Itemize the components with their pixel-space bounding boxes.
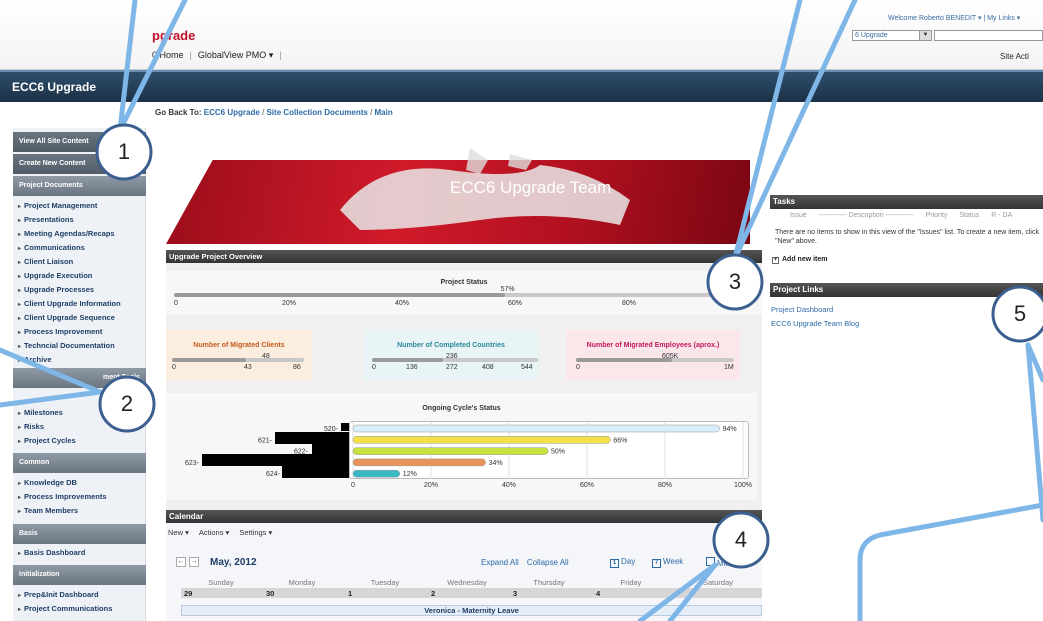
callout-number: 2 — [120, 391, 134, 416]
month-view-icon — [706, 557, 715, 566]
x-tick-label: 20% — [424, 482, 438, 489]
calendar-toolbar: New ▾ Actions ▾ Settings ▾ — [168, 528, 272, 537]
bar-623 — [352, 458, 486, 467]
page-root: pgrade 0 Home | GlobalView PMO ▾ | Welco… — [0, 0, 1043, 621]
plus-icon: + — [772, 257, 779, 264]
category-label: 624- — [266, 471, 281, 478]
bar-520 — [352, 424, 720, 433]
day-view-button[interactable]: 1 Day — [610, 557, 635, 568]
bar-value-label: 34% — [489, 460, 503, 467]
add-new-item-link[interactable]: + Add new item — [772, 256, 828, 264]
day-name: Tuesday — [370, 578, 400, 587]
category-label: 621- — [258, 437, 273, 444]
bar-622 — [352, 447, 549, 455]
new-menu[interactable]: New ▾ — [168, 528, 189, 537]
column-header[interactable]: R - DA — [991, 212, 1012, 219]
day-number[interactable]: 30 — [266, 589, 274, 598]
calendar-header: Calendar — [166, 510, 762, 523]
column-header[interactable]: Status — [959, 212, 979, 219]
day-name: Wednesday — [447, 578, 487, 587]
x-tick-label: 80% — [658, 482, 672, 489]
day-number[interactable]: 1 — [348, 589, 352, 598]
callout-number: 5 — [1013, 301, 1027, 326]
day-name: Saturday — [702, 578, 734, 587]
column-header[interactable]: Priority — [926, 212, 948, 219]
actions-menu[interactable]: Actions ▾ — [199, 528, 229, 537]
column-header[interactable]: Issue — [790, 212, 807, 219]
project-dashboard-link[interactable]: Project Dashboard — [771, 305, 833, 314]
day-number[interactable]: 4 — [596, 589, 600, 598]
prev-month-icon[interactable]: ← — [176, 557, 186, 567]
bar-value-label: 50% — [551, 449, 565, 456]
bar-value-label: 66% — [613, 437, 627, 444]
day-number[interactable]: 3 — [513, 589, 517, 598]
week-view-button[interactable]: 7 Week — [652, 557, 683, 568]
x-tick-label: 0 — [351, 482, 355, 489]
redaction-block — [312, 444, 349, 454]
redaction-block — [202, 454, 349, 466]
month-view-button[interactable]: Mont — [706, 557, 735, 568]
day-view-label: Day — [621, 557, 636, 566]
bar-value-label: 94% — [723, 426, 737, 433]
day-view-icon: 1 — [610, 559, 619, 568]
month-view-label: Mont — [717, 559, 735, 568]
bar-621 — [352, 436, 611, 444]
calendar-month-label: May, 2012 — [210, 557, 257, 568]
week-view-label: Week — [663, 557, 684, 566]
category-label: 623- — [185, 460, 200, 467]
x-tick-label: 60% — [580, 482, 594, 489]
team-blog-link[interactable]: ECC6 Upgrade Team Blog — [771, 319, 859, 328]
callout-number: 4 — [734, 527, 748, 552]
tasks-header: Tasks — [770, 195, 1043, 209]
redaction-block — [341, 423, 349, 431]
callout-number: 1 — [117, 139, 131, 164]
redaction-block — [275, 432, 349, 444]
expand-all-link[interactable]: Expand All — [481, 558, 519, 567]
add-new-item-label: Add new item — [782, 256, 828, 263]
tasks-empty-message: There are no items to show in this view … — [775, 229, 1039, 245]
bar-624 — [352, 469, 401, 478]
bar-value-label: 12% — [403, 471, 417, 478]
x-tick-label: 40% — [502, 482, 516, 489]
column-header[interactable]: ------------ Description ------------ — [819, 212, 914, 219]
day-name: Sunday — [208, 578, 234, 587]
tasks-column-headers: Issue ------------ Description ---------… — [770, 212, 1043, 219]
calendar-event[interactable]: Veronica - Maternity Leave — [181, 605, 762, 616]
callout-number: 3 — [728, 269, 742, 294]
calendar-expand-links: Expand All Collapse All — [481, 558, 569, 567]
day-name: Thursday — [533, 578, 565, 587]
day-name: Monday — [288, 578, 316, 587]
x-tick-label: 100% — [734, 482, 752, 489]
day-name: Friday — [620, 578, 642, 587]
redaction-block — [282, 466, 349, 478]
day-number[interactable]: 29 — [184, 589, 192, 598]
day-number[interactable]: 2 — [431, 589, 435, 598]
next-month-icon[interactable]: → — [189, 557, 199, 567]
week-view-icon: 7 — [652, 559, 661, 568]
collapse-all-link[interactable]: Collapse All — [527, 558, 569, 567]
settings-menu[interactable]: Settings ▾ — [239, 528, 272, 537]
project-links-header: Project Links — [770, 283, 1043, 297]
